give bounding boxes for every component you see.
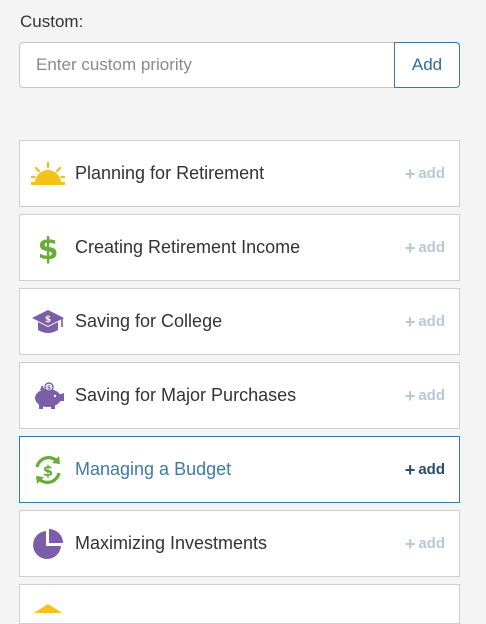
custom-priority-input[interactable] — [19, 42, 394, 88]
priority-item-retirement-income[interactable]: $ Creating Retirement Income + add — [19, 214, 460, 281]
priority-item-planning-retirement[interactable]: Planning for Retirement + add — [19, 140, 460, 207]
priority-list: Planning for Retirement + add $ Creating … — [19, 140, 460, 624]
priority-item-managing-budget[interactable]: $ Managing a Budget + add — [19, 436, 460, 503]
svg-text:$: $ — [47, 384, 51, 391]
priority-label: Maximizing Investments — [75, 533, 268, 553]
plus-icon: + — [404, 459, 416, 480]
custom-add-button[interactable]: Add — [394, 42, 460, 88]
plus-icon: + — [404, 163, 416, 184]
recycle-dollar-icon: $ — [31, 453, 65, 487]
priority-item-maximizing-investments[interactable]: Maximizing Investments + add — [19, 510, 460, 577]
priority-label: Planning for Retirement — [75, 163, 265, 183]
piggy-bank-icon: $ — [31, 379, 65, 413]
dollar-icon: $ — [31, 231, 65, 265]
add-button[interactable]: + add — [405, 165, 445, 183]
svg-text:$: $ — [45, 315, 51, 325]
priority-label: Saving for College — [75, 311, 223, 331]
priority-label: Saving for Major Purchases — [75, 385, 297, 405]
priority-label: Managing a Budget — [75, 459, 232, 479]
add-button[interactable]: + add — [405, 313, 445, 331]
plus-icon: + — [404, 533, 416, 554]
priority-label: Creating Retirement Income — [75, 237, 301, 257]
priority-item-saving-college[interactable]: $ Saving for College + add — [19, 288, 460, 355]
plus-icon: + — [404, 385, 416, 406]
shield-icon — [31, 589, 65, 623]
priority-item-major-purchases[interactable]: $ Saving for Major Purchases + add — [19, 362, 460, 429]
sun-icon — [31, 157, 65, 191]
custom-label: Custom: — [20, 12, 84, 31]
priority-item-partial[interactable] — [19, 584, 460, 624]
plus-icon: + — [404, 237, 416, 258]
add-button[interactable]: + add — [405, 535, 445, 553]
add-button[interactable]: + add — [405, 461, 445, 479]
svg-text:$: $ — [43, 462, 53, 480]
add-button[interactable]: + add — [405, 239, 445, 257]
plus-icon: + — [404, 311, 416, 332]
svg-text:$: $ — [38, 232, 59, 264]
add-button[interactable]: + add — [405, 387, 445, 405]
custom-priority-row: Add — [19, 42, 460, 88]
graduation-cap-icon: $ — [31, 305, 65, 339]
pie-chart-icon — [31, 527, 65, 561]
